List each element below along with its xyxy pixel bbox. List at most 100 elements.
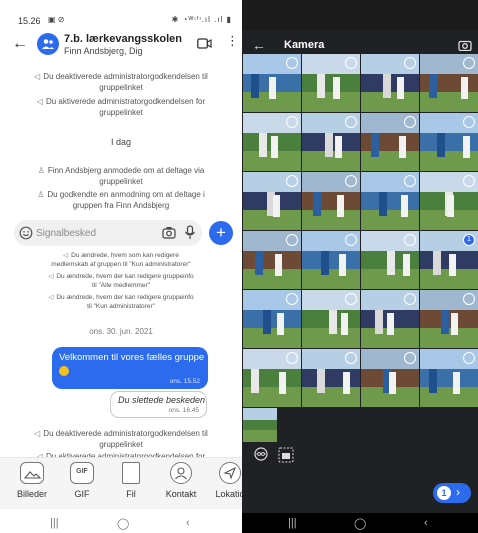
photo-thumbnail[interactable]: [361, 290, 419, 348]
attachment-plus-button[interactable]: +: [209, 221, 233, 245]
group-avatar[interactable]: [37, 33, 59, 55]
message-input[interactable]: [36, 225, 146, 241]
view-once-icon[interactable]: [252, 447, 270, 461]
android-nav-bar: ||| ◯ ‹: [242, 513, 478, 533]
megaphone-icon: ◁: [48, 294, 54, 301]
megaphone-icon: ◁: [34, 429, 41, 438]
gallery-icon[interactable]: [278, 447, 294, 463]
photo-thumbnail[interactable]: [302, 113, 360, 171]
photo-thumbnail[interactable]: [361, 349, 419, 407]
photo-thumbnail[interactable]: [361, 231, 419, 289]
select-checkbox-icon[interactable]: [286, 57, 298, 69]
microphone-icon[interactable]: [184, 225, 196, 240]
select-checkbox-icon[interactable]: [463, 57, 475, 69]
message-time: ons. 15.52: [169, 378, 200, 385]
photo-thumbnail[interactable]: 1: [420, 231, 478, 289]
select-checkbox-icon[interactable]: [463, 175, 475, 187]
day-label: I dag: [110, 137, 132, 147]
photo-thumbnail[interactable]: [243, 113, 301, 171]
photo-thumbnail[interactable]: [243, 349, 301, 407]
select-checkbox-icon[interactable]: [286, 116, 298, 128]
photo-thumbnail[interactable]: [302, 290, 360, 348]
select-checkbox-icon[interactable]: [345, 352, 357, 364]
select-checkbox-icon[interactable]: [404, 352, 416, 364]
select-checkbox-icon[interactable]: [286, 175, 298, 187]
system-message: ♙ Du godkendte en anmodning om at deltage…: [10, 189, 232, 211]
photo-grid: 1: [242, 54, 478, 442]
attach-images-button[interactable]: Billeder: [8, 462, 56, 499]
back-arrow-icon[interactable]: ←: [252, 38, 266, 52]
photo-thumbnail[interactable]: [243, 172, 301, 230]
select-checkbox-icon[interactable]: [404, 116, 416, 128]
photo-thumbnail[interactable]: [302, 54, 360, 112]
photo-thumbnail[interactable]: [243, 54, 301, 112]
camera-icon[interactable]: [458, 39, 472, 51]
gallery-bottom-bar: 1 ›: [242, 440, 478, 503]
system-message-text: Du ændrede, hvem der kan redigere gruppe…: [56, 273, 194, 280]
select-checkbox-icon[interactable]: [345, 175, 357, 187]
photo-thumbnail[interactable]: [420, 54, 478, 112]
attach-file-button[interactable]: Fil: [107, 462, 155, 499]
photo-thumbnail[interactable]: [420, 113, 478, 171]
photo-thumbnail[interactable]: [420, 172, 478, 230]
photo-thumbnail[interactable]: [361, 172, 419, 230]
select-checkbox-icon[interactable]: [404, 234, 416, 246]
home-button[interactable]: ◯: [354, 517, 366, 530]
deleted-message-bubble[interactable]: Du slettede beskeden ons. 16.45: [110, 391, 207, 418]
date-divider: ons. 30. jun. 2021: [89, 327, 153, 336]
chat-title[interactable]: 7.b. lærkevangsskolen: [64, 33, 182, 45]
home-button[interactable]: ◯: [117, 517, 129, 530]
outgoing-message-bubble[interactable]: Velkommen til vores fælles gruppe ons. 1…: [52, 347, 208, 389]
status-system-icons: ✱ ◔ᵂᶦᶠᶦ.ıl .ıl ▮: [171, 15, 232, 24]
photo-thumbnail[interactable]: [420, 349, 478, 407]
system-message-text: til "Kun administratorer": [87, 303, 155, 310]
select-checkbox-icon[interactable]: [345, 116, 357, 128]
message-text: Velkommen til vores fælles gruppe: [59, 352, 205, 363]
select-checkbox-icon[interactable]: [286, 293, 298, 305]
system-message: ♙ Finn Andsbjerg anmodede om at deltage v…: [10, 165, 232, 187]
photo-thumbnail[interactable]: [302, 172, 360, 230]
more-options-icon[interactable]: ⋮: [226, 34, 239, 47]
select-checkbox-icon[interactable]: [463, 116, 475, 128]
recents-button[interactable]: |||: [288, 517, 297, 529]
message-time: ons. 16.45: [168, 407, 199, 414]
album-title: Kamera: [284, 39, 325, 51]
attach-gif-button[interactable]: GIF GIF: [58, 462, 106, 499]
emoji-icon[interactable]: [19, 226, 33, 240]
image-icon: [20, 462, 44, 484]
attach-contact-button[interactable]: Kontakt: [157, 462, 205, 499]
select-checkbox-icon[interactable]: [404, 57, 416, 69]
select-checkbox-icon[interactable]: [404, 175, 416, 187]
photo-thumbnail[interactable]: [420, 290, 478, 348]
photo-thumbnail[interactable]: [302, 349, 360, 407]
photo-thumbnail[interactable]: [243, 408, 277, 442]
camera-icon[interactable]: [162, 226, 176, 239]
selected-checkbox-icon[interactable]: 1: [463, 234, 475, 246]
select-checkbox-icon[interactable]: [286, 352, 298, 364]
location-icon: [219, 462, 241, 484]
recents-button[interactable]: |||: [50, 517, 59, 529]
attach-label: Billeder: [16, 489, 47, 499]
video-call-icon[interactable]: [197, 38, 212, 49]
select-checkbox-icon[interactable]: [345, 57, 357, 69]
photo-thumbnail[interactable]: [361, 113, 419, 171]
back-arrow-icon[interactable]: ←: [12, 36, 28, 52]
select-checkbox-icon[interactable]: [286, 234, 298, 246]
system-message-text: medlemskab af gruppen til "Kun administr…: [51, 261, 191, 268]
attach-location-button[interactable]: Lokatio: [206, 462, 242, 499]
select-checkbox-icon[interactable]: [345, 234, 357, 246]
select-checkbox-icon[interactable]: [463, 352, 475, 364]
select-checkbox-icon[interactable]: [345, 293, 357, 305]
select-checkbox-icon[interactable]: [463, 293, 475, 305]
back-button[interactable]: ‹: [424, 517, 428, 529]
photo-thumbnail[interactable]: [361, 54, 419, 112]
back-button[interactable]: ‹: [186, 517, 190, 529]
system-message: ◁ Du deaktiverede administratorgodkendels…: [10, 428, 232, 450]
send-selected-button[interactable]: 1 ›: [433, 483, 471, 503]
select-checkbox-icon[interactable]: [404, 293, 416, 305]
status-time: 15.26: [18, 16, 41, 26]
photo-thumbnail[interactable]: [243, 290, 301, 348]
deleted-message-text: Du slettede beskeden: [118, 395, 206, 405]
photo-thumbnail[interactable]: [243, 231, 301, 289]
photo-thumbnail[interactable]: [302, 231, 360, 289]
